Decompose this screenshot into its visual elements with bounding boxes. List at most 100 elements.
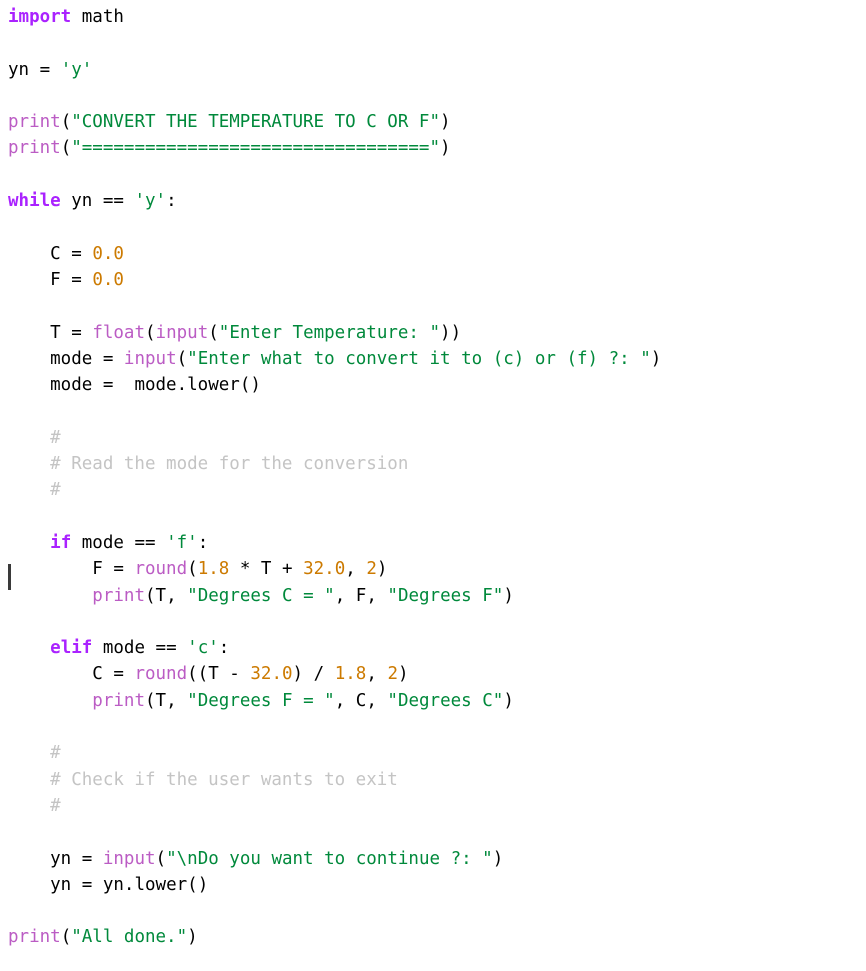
code-token-pn: : bbox=[166, 191, 177, 212]
code-token-cmt: # bbox=[8, 743, 61, 764]
code-token-nm bbox=[8, 533, 50, 553]
code-token-str: 'f' bbox=[166, 532, 198, 553]
code-token-nm bbox=[177, 586, 188, 606]
code-token-fn: print bbox=[8, 112, 61, 133]
code-token-cmt: # bbox=[8, 427, 61, 448]
code-line: # bbox=[8, 793, 866, 819]
code-token-nm bbox=[92, 849, 103, 869]
code-token-nm: C bbox=[345, 690, 367, 711]
code-token-op: = bbox=[71, 322, 82, 343]
code-token-nm bbox=[229, 559, 240, 579]
code-token-nm: C bbox=[8, 664, 114, 685]
code-token-nm: mode bbox=[8, 375, 103, 396]
code-token-nm: mode bbox=[8, 348, 103, 369]
code-line: # bbox=[8, 740, 866, 766]
code-token-nm: yn bbox=[60, 191, 103, 212]
code-token-op: = bbox=[81, 874, 93, 895]
code-token-op: = bbox=[113, 664, 124, 685]
code-token-str: 'y' bbox=[134, 191, 167, 212]
code-token-str: "Degrees F" bbox=[387, 585, 504, 606]
code-token-pn: ) bbox=[503, 690, 514, 711]
code-token-kw: if bbox=[50, 532, 72, 553]
code-token-nm: lower bbox=[187, 375, 240, 396]
code-token-kw: while bbox=[8, 191, 61, 212]
code-content[interactable]: import math yn = 'y' print("CONVERT THE … bbox=[0, 4, 866, 951]
code-token-bi: round bbox=[134, 664, 188, 685]
code-token-pn: . bbox=[123, 874, 135, 895]
code-token-pn: , bbox=[345, 559, 356, 580]
code-token-fn: print bbox=[8, 138, 61, 159]
code-token-nm bbox=[124, 559, 135, 579]
code-token-kw: import bbox=[8, 7, 72, 27]
code-token-pn: ( bbox=[144, 690, 156, 711]
code-token-pn: (( bbox=[187, 664, 209, 685]
code-token-op: = bbox=[81, 848, 93, 869]
code-token-nm bbox=[293, 559, 304, 579]
code-token-str: "Enter Temperature: " bbox=[218, 322, 441, 343]
code-token-nm bbox=[377, 664, 388, 684]
code-token-num: 2 bbox=[387, 664, 398, 685]
code-token-nm bbox=[240, 664, 251, 684]
code-token-cmt: # bbox=[8, 480, 61, 501]
code-token-fn: print bbox=[92, 585, 145, 606]
code-token-str: "CONVERT THE TEMPERATURE TO C OR F" bbox=[71, 112, 440, 133]
code-line: yn = 'y' bbox=[8, 57, 866, 83]
code-token-op: = bbox=[39, 59, 51, 80]
code-token-nm bbox=[124, 191, 135, 211]
code-token-nm: F bbox=[8, 269, 72, 290]
code-token-nm: mode bbox=[92, 638, 156, 659]
code-token-kw: elif bbox=[50, 638, 93, 659]
code-token-pn: ) bbox=[397, 664, 409, 685]
code-token-nm: T bbox=[155, 585, 167, 606]
code-token-pn: ) bbox=[292, 664, 304, 685]
code-line: print(T, "Degrees F = ", C, "Degrees C") bbox=[8, 688, 866, 714]
code-token-op: = bbox=[71, 243, 82, 264]
code-token-pn: ( bbox=[144, 585, 156, 606]
code-token-pn: ) bbox=[187, 927, 198, 948]
code-token-nm: yn bbox=[8, 874, 82, 895]
code-token-num: 1.8 bbox=[197, 559, 230, 580]
code-token-nm bbox=[113, 349, 124, 369]
code-token-num: 0.0 bbox=[92, 269, 124, 290]
code-token-pn: ( bbox=[60, 138, 72, 159]
code-token-nm: F bbox=[345, 585, 367, 606]
code-token-nm bbox=[8, 691, 92, 711]
code-token-nm bbox=[177, 691, 188, 711]
code-token-nm bbox=[177, 638, 188, 658]
code-editor[interactable]: import math yn = 'y' print("CONVERT THE … bbox=[0, 0, 866, 971]
code-line: # bbox=[8, 477, 866, 503]
code-token-str: 'y' bbox=[60, 59, 93, 80]
code-token-nm bbox=[377, 586, 388, 606]
code-token-nm: yn bbox=[92, 874, 124, 895]
code-token-bi: input bbox=[102, 848, 156, 869]
code-token-bi: round bbox=[134, 559, 188, 580]
code-token-op: = bbox=[113, 559, 124, 580]
code-line: C = round((T - 32.0) / 1.8, 2) bbox=[8, 661, 866, 687]
code-token-nm bbox=[156, 533, 167, 553]
code-token-pn: ( bbox=[187, 559, 198, 580]
code-token-nm: C bbox=[8, 243, 72, 264]
code-token-nm: yn bbox=[8, 59, 40, 80]
code-token-nm: T bbox=[250, 559, 282, 580]
code-token-fn: print bbox=[8, 927, 61, 948]
code-token-nm: math bbox=[71, 7, 124, 27]
code-token-str: "All done." bbox=[71, 927, 188, 948]
code-token-nm: mode bbox=[113, 375, 177, 396]
code-token-pn: , bbox=[166, 585, 177, 606]
code-line: elif mode == 'c': bbox=[8, 635, 866, 661]
code-token-pn: , bbox=[166, 690, 177, 711]
code-token-bi: float bbox=[92, 322, 145, 343]
code-line: # bbox=[8, 425, 866, 451]
code-token-pn: ) bbox=[492, 848, 504, 869]
code-token-num: 32.0 bbox=[303, 559, 346, 580]
code-token-str: "Degrees C = " bbox=[187, 585, 335, 606]
code-token-cmt: # Read the mode for the conversion bbox=[8, 454, 409, 475]
code-token-pn: , bbox=[366, 690, 377, 711]
